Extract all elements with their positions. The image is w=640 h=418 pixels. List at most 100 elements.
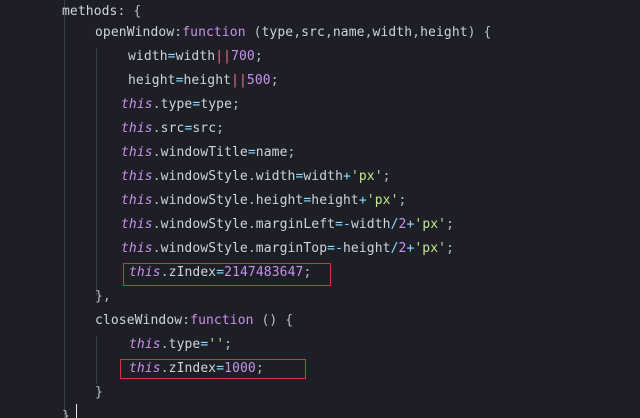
code-token: 700 (231, 49, 255, 64)
code-line-width-default[interactable]: width=width||700; (128, 45, 263, 69)
highlight-box-zindex-reset (120, 359, 306, 379)
code-token: / (390, 241, 399, 256)
code-token: this (129, 337, 161, 352)
code-token: . (247, 193, 256, 208)
code-token: ; (270, 73, 279, 88)
code-token: ; (382, 169, 391, 184)
code-token: function (182, 25, 246, 40)
code-token: . (152, 145, 161, 160)
code-token: width (128, 49, 168, 64)
code-token: + (358, 193, 367, 208)
code-token: type (200, 97, 233, 112)
code-token: . (152, 193, 161, 208)
code-token: }, (95, 289, 111, 304)
code-line-close-window-decl[interactable]: closeWindow:function () { (95, 309, 293, 333)
code-token: name (255, 145, 288, 160)
code-editor[interactable]: methods: {openWindow:function (type,src,… (0, 0, 640, 418)
code-token: windowStyle (160, 169, 248, 184)
code-token: = (167, 49, 176, 64)
indent-guide (96, 336, 97, 384)
code-token: this (121, 241, 153, 256)
code-token: windowStyle (160, 241, 248, 256)
code-token: methods (62, 4, 118, 19)
code-token: closeWindow (95, 313, 183, 328)
code-token: . (152, 217, 161, 232)
code-token: windowTitle (160, 145, 248, 160)
code-token: marginLeft (255, 217, 336, 232)
code-token: height (255, 193, 304, 208)
code-line-this-src[interactable]: this.src=src; (121, 117, 224, 141)
code-token: width (175, 49, 216, 64)
code-token: windowStyle (160, 193, 248, 208)
code-token: ( (245, 25, 262, 40)
code-token: =- (335, 217, 351, 232)
code-token: ; (216, 121, 225, 136)
code-token: src (301, 25, 325, 40)
code-token: this (121, 145, 153, 160)
code-token: name (332, 25, 365, 40)
code-token: '' (208, 337, 225, 352)
code-token: , (324, 25, 333, 40)
text-cursor (76, 404, 77, 418)
code-token: , (364, 25, 373, 40)
code-token: this (121, 169, 153, 184)
code-token: 'px' (414, 217, 447, 232)
code-token: . (152, 121, 161, 136)
code-token: openWindow (95, 25, 175, 40)
code-token: || (231, 73, 247, 88)
code-token: . (152, 241, 161, 256)
code-token: marginTop (255, 241, 328, 256)
code-token: type (160, 97, 193, 112)
code-token: ; (446, 241, 455, 256)
code-token: , (293, 25, 302, 40)
code-token: height (128, 73, 176, 88)
code-token: () { (253, 313, 294, 328)
code-line-this-style-height[interactable]: this.windowStyle.height=height+'px'; (121, 189, 406, 213)
code-line-close-window-close[interactable]: } (95, 381, 103, 405)
code-line-this-style-margin-top[interactable]: this.windowStyle.marginTop=-height/2+'px… (121, 237, 454, 261)
code-token: ; (446, 217, 455, 232)
code-token: type (168, 337, 201, 352)
code-token: 'px' (366, 193, 399, 208)
code-token: type (261, 25, 294, 40)
code-token: height (420, 25, 468, 40)
code-token: = (175, 73, 184, 88)
code-line-open-window-close[interactable]: }, (95, 285, 111, 309)
code-token: height (183, 73, 232, 88)
code-token: : { (117, 4, 142, 19)
code-line-this-type-reset[interactable]: this.type=''; (129, 333, 232, 357)
code-line-height-default[interactable]: height=height||500; (128, 69, 279, 93)
code-line-this-type[interactable]: this.type=type; (121, 93, 240, 117)
code-token: ; (224, 337, 233, 352)
code-token: ; (254, 49, 263, 64)
code-token: this (121, 121, 153, 136)
code-token: : (182, 313, 191, 328)
code-token: , (412, 25, 421, 40)
code-token: width (350, 217, 391, 232)
code-line-this-window-title[interactable]: this.windowTitle=name; (121, 141, 295, 165)
code-token: . (160, 337, 169, 352)
indent-guide (96, 48, 97, 296)
indent-guide (64, 0, 65, 418)
code-token: function (190, 313, 254, 328)
code-token: windowStyle (160, 217, 248, 232)
code-token: width (255, 169, 296, 184)
code-token: src (160, 121, 185, 136)
code-token: . (247, 169, 256, 184)
code-token: . (247, 241, 256, 256)
code-token: ; (398, 193, 407, 208)
code-token: . (247, 217, 256, 232)
code-line-methods-close[interactable]: } (62, 405, 70, 418)
code-line-this-style-margin-left[interactable]: this.windowStyle.marginLeft=-width/2+'px… (121, 213, 454, 237)
code-token: } (62, 409, 70, 418)
code-token: . (152, 169, 161, 184)
code-token: = (247, 145, 256, 160)
code-token: width (303, 169, 344, 184)
code-line-this-style-width[interactable]: this.windowStyle.width=width+'px'; (121, 165, 391, 189)
code-token: } (95, 385, 103, 400)
code-token: 'px' (414, 241, 447, 256)
code-token: height (343, 241, 391, 256)
code-line-open-window-decl[interactable]: openWindow:function (type,src,name,width… (95, 21, 491, 45)
code-token: ) { (467, 25, 492, 40)
code-token: this (121, 193, 153, 208)
